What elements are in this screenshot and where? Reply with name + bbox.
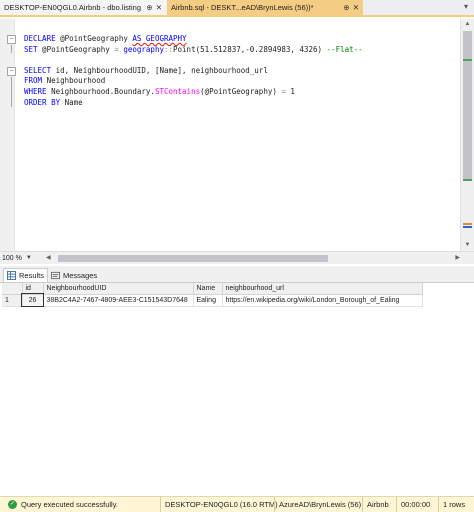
zoom-dropdown[interactable]: 100 % ▼ [2, 253, 32, 263]
status-user: AzureAD\BrynLewis (56) [274, 496, 362, 512]
scroll-thumb[interactable] [463, 31, 472, 181]
tab-messages[interactable]: Messages [48, 268, 100, 282]
close-icon[interactable]: ✕ [353, 3, 359, 12]
tab-listing[interactable]: DESKTOP-EN0QGL0.Airbnb - dbo.listing ⊕ ✕ [0, 0, 166, 15]
code-line-2: SET @PointGeography = geography::Point(5… [24, 44, 363, 54]
tab-messages-label: Messages [63, 270, 98, 280]
zoom-level: 100 % [2, 254, 22, 262]
row-header-corner[interactable] [2, 283, 23, 295]
status-row-count: 1 rows [438, 496, 474, 512]
editor-horizontal-scrollbar[interactable]: ◀ ▶ [46, 254, 460, 263]
close-icon[interactable]: ✕ [156, 3, 162, 12]
status-database: Airbnb [362, 496, 396, 512]
collapse-icon[interactable]: − [7, 67, 16, 76]
scroll-right-icon[interactable]: ▶ [455, 254, 460, 261]
pin-icon[interactable]: ⊕ [146, 3, 152, 12]
status-elapsed-time: 00:00:00 [396, 496, 438, 512]
scroll-thumb[interactable] [58, 255, 328, 262]
tab-listing-title: DESKTOP-EN0QGL0.Airbnb - dbo.listing [4, 3, 142, 12]
outline-line [11, 77, 12, 107]
column-header-neighbourhooduid[interactable]: NeighbourhoodUID [43, 283, 194, 295]
success-check-icon: ✓ [8, 500, 17, 509]
messages-icon [51, 271, 60, 279]
status-server: DESKTOP-EN0QGL0 (16.0 RTM) [160, 496, 278, 512]
grid-header-row: id NeighbourhoodUID Name neighbourhood_u… [2, 283, 423, 295]
column-header-id[interactable]: id [22, 283, 44, 295]
chevron-down-icon: ▼ [25, 255, 32, 261]
outline-line [11, 45, 12, 53]
sql-code[interactable]: DECLARE @PointGeography AS GEOGRAPHY SET … [24, 34, 363, 108]
scroll-up-icon[interactable]: ▲ [461, 19, 474, 30]
tab-results-label: Results [19, 271, 45, 280]
results-tab-strip: Results Messages [0, 266, 474, 283]
code-line-7: ORDER BY Name [24, 97, 83, 107]
cell-neighbourhood-url[interactable]: https://en.wikipedia.org/wiki/London_Bor… [222, 294, 423, 307]
column-header-name[interactable]: Name [193, 283, 223, 295]
editor-vertical-scrollbar[interactable]: ▲ ▼ [460, 19, 474, 251]
column-header-neighbourhood-url[interactable]: neighbourhood_url [222, 283, 423, 295]
scroll-down-icon[interactable]: ▼ [461, 240, 474, 251]
pin-icon[interactable]: ⊕ [343, 3, 349, 12]
change-marker [463, 179, 472, 181]
code-line-6: WHERE Neighbourhood.Boundary.STContains(… [24, 86, 295, 96]
tab-airbnb-sql[interactable]: Airbnb.sql - DESKT...eAD\BrynLewis (56))… [167, 0, 363, 15]
caret-marker [463, 226, 472, 228]
results-pane: id NeighbourhoodUID Name neighbourhood_u… [0, 283, 474, 495]
tab-airbnb-sql-title: Airbnb.sql - DESKT...eAD\BrynLewis (56))… [171, 3, 314, 12]
collapse-icon[interactable]: − [7, 35, 16, 44]
status-message: ✓ Query executed successfully. [0, 497, 160, 512]
zoom-bar: 100 % ▼ ◀ ▶ [0, 251, 474, 264]
code-line-4: SELECT id, NeighbourhoodUID, [Name], nei… [24, 65, 268, 75]
query-status-bar: ✓ Query executed successfully. DESKTOP-E… [0, 496, 474, 512]
cell-neighbourhooduid[interactable]: 38B2C4A2-7467-4809-AEE3-C151543D7648 [43, 294, 194, 307]
status-message-text: Query executed successfully. [21, 500, 118, 509]
code-line-1: DECLARE @PointGeography AS GEOGRAPHY [24, 34, 187, 43]
change-marker [463, 59, 472, 61]
row-number[interactable]: 1 [2, 294, 23, 307]
tab-overflow-dropdown-icon[interactable]: ▾ [464, 2, 468, 11]
tab-results[interactable]: Results [3, 268, 49, 282]
scroll-left-icon[interactable]: ◀ [46, 254, 51, 261]
code-line-5: FROM Neighbourhood [24, 76, 106, 86]
editor-gutter: − − [0, 19, 16, 251]
query-editor[interactable]: − − DECLARE @PointGeography AS GEOGRAPHY… [0, 19, 474, 251]
document-tab-strip: DESKTOP-EN0QGL0.Airbnb - dbo.listing ⊕ ✕… [0, 0, 474, 17]
cell-name[interactable]: Ealing [193, 294, 223, 307]
grid-icon [7, 271, 16, 280]
results-grid[interactable]: id NeighbourhoodUID Name neighbourhood_u… [2, 283, 423, 307]
warning-marker [463, 223, 472, 225]
cell-id[interactable]: 26 [21, 293, 44, 307]
table-row[interactable]: 1 26 38B2C4A2-7467-4809-AEE3-C151543D764… [2, 293, 423, 307]
